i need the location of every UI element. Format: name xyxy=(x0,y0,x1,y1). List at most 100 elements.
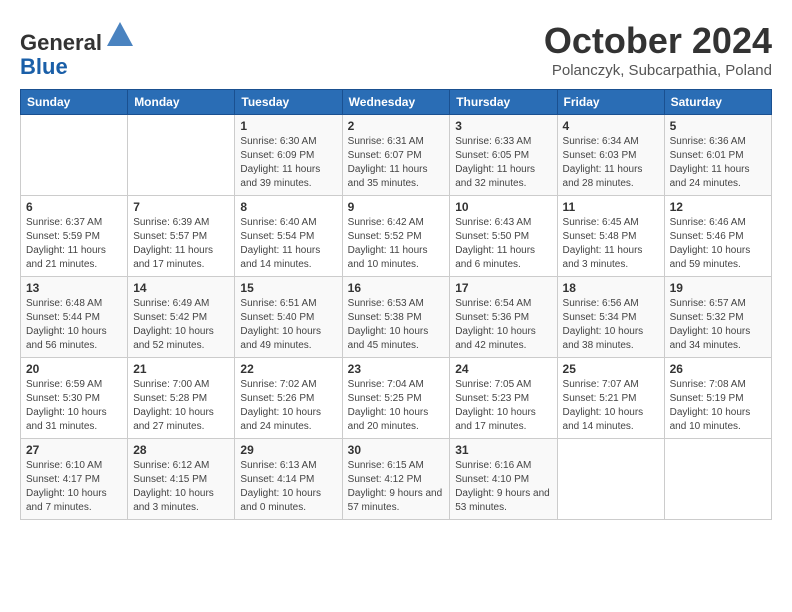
calendar-cell: 1 Sunrise: 6:30 AM Sunset: 6:09 PM Daylig… xyxy=(235,115,342,196)
day-number: 3 xyxy=(455,119,551,133)
day-number: 23 xyxy=(348,362,445,376)
calendar-cell: 13 Sunrise: 6:48 AM Sunset: 5:44 PM Dayli… xyxy=(21,277,128,358)
day-number: 22 xyxy=(240,362,336,376)
calendar-table: SundayMondayTuesdayWednesdayThursdayFrid… xyxy=(20,89,772,520)
day-detail: Sunrise: 6:54 AM Sunset: 5:36 PM Dayligh… xyxy=(455,297,551,353)
logo-general: General xyxy=(20,30,102,55)
calendar-week-row: 20 Sunrise: 6:59 AM Sunset: 5:30 PM Dayli… xyxy=(21,358,772,439)
day-detail: Sunrise: 6:49 AM Sunset: 5:42 PM Dayligh… xyxy=(133,297,229,353)
day-detail: Sunrise: 6:48 AM Sunset: 5:44 PM Dayligh… xyxy=(26,297,122,353)
day-number: 8 xyxy=(240,200,336,214)
day-detail: Sunrise: 6:39 AM Sunset: 5:57 PM Dayligh… xyxy=(133,216,229,272)
calendar-cell: 29 Sunrise: 6:13 AM Sunset: 4:14 PM Dayli… xyxy=(235,439,342,520)
calendar-cell xyxy=(557,439,664,520)
day-detail: Sunrise: 6:51 AM Sunset: 5:40 PM Dayligh… xyxy=(240,297,336,353)
logo: General Blue xyxy=(20,20,135,79)
day-number: 4 xyxy=(563,119,659,133)
day-number: 13 xyxy=(26,281,122,295)
calendar-cell: 16Sunrise: 6:53 AM Sunset: 5:38 PM Dayli… xyxy=(342,277,450,358)
day-detail: Sunrise: 7:00 AM Sunset: 5:28 PM Dayligh… xyxy=(133,378,229,434)
day-number: 17 xyxy=(455,281,551,295)
logo-blue: Blue xyxy=(20,54,68,79)
day-detail: Sunrise: 6:46 AM Sunset: 5:46 PM Dayligh… xyxy=(670,216,766,272)
calendar-cell: 12 Sunrise: 6:46 AM Sunset: 5:46 PM Dayli… xyxy=(664,196,771,277)
calendar-cell: 18 Sunrise: 6:56 AM Sunset: 5:34 PM Dayli… xyxy=(557,277,664,358)
calendar-cell: 19Sunrise: 6:57 AM Sunset: 5:32 PM Dayli… xyxy=(664,277,771,358)
day-number: 30 xyxy=(348,443,445,457)
calendar-cell: 30 Sunrise: 6:15 AM Sunset: 4:12 PM Dayli… xyxy=(342,439,450,520)
day-number: 12 xyxy=(670,200,766,214)
day-detail: Sunrise: 6:31 AM Sunset: 6:07 PM Dayligh… xyxy=(348,135,445,191)
day-detail: Sunrise: 6:13 AM Sunset: 4:14 PM Dayligh… xyxy=(240,459,336,515)
weekday-header: Sunday xyxy=(21,90,128,115)
day-number: 28 xyxy=(133,443,229,457)
calendar-cell: 26Sunrise: 7:08 AM Sunset: 5:19 PM Dayli… xyxy=(664,358,771,439)
page-header: General Blue October 2024 Polanczyk, Sub… xyxy=(20,20,772,79)
day-number: 19 xyxy=(670,281,766,295)
day-detail: Sunrise: 6:56 AM Sunset: 5:34 PM Dayligh… xyxy=(563,297,659,353)
calendar-cell: 14Sunrise: 6:49 AM Sunset: 5:42 PM Dayli… xyxy=(128,277,235,358)
calendar-week-row: 13 Sunrise: 6:48 AM Sunset: 5:44 PM Dayli… xyxy=(21,277,772,358)
day-number: 2 xyxy=(348,119,445,133)
calendar-cell: 20 Sunrise: 6:59 AM Sunset: 5:30 PM Dayli… xyxy=(21,358,128,439)
calendar-cell xyxy=(21,115,128,196)
day-detail: Sunrise: 7:08 AM Sunset: 5:19 PM Dayligh… xyxy=(670,378,766,434)
calendar-cell: 17 Sunrise: 6:54 AM Sunset: 5:36 PM Dayli… xyxy=(450,277,557,358)
day-detail: Sunrise: 7:04 AM Sunset: 5:25 PM Dayligh… xyxy=(348,378,445,434)
weekday-header: Thursday xyxy=(450,90,557,115)
weekday-header: Friday xyxy=(557,90,664,115)
day-number: 10 xyxy=(455,200,551,214)
calendar-cell: 22Sunrise: 7:02 AM Sunset: 5:26 PM Dayli… xyxy=(235,358,342,439)
day-detail: Sunrise: 6:12 AM Sunset: 4:15 PM Dayligh… xyxy=(133,459,229,515)
day-detail: Sunrise: 7:07 AM Sunset: 5:21 PM Dayligh… xyxy=(563,378,659,434)
day-detail: Sunrise: 6:45 AM Sunset: 5:48 PM Dayligh… xyxy=(563,216,659,272)
day-number: 24 xyxy=(455,362,551,376)
calendar-cell xyxy=(128,115,235,196)
calendar-cell: 7 Sunrise: 6:39 AM Sunset: 5:57 PM Daylig… xyxy=(128,196,235,277)
calendar-cell: 9 Sunrise: 6:42 AM Sunset: 5:52 PM Daylig… xyxy=(342,196,450,277)
day-detail: Sunrise: 6:15 AM Sunset: 4:12 PM Dayligh… xyxy=(348,459,445,515)
day-number: 5 xyxy=(670,119,766,133)
day-number: 31 xyxy=(455,443,551,457)
day-number: 29 xyxy=(240,443,336,457)
day-number: 1 xyxy=(240,119,336,133)
day-number: 21 xyxy=(133,362,229,376)
month-title: October 2024 xyxy=(544,20,772,62)
day-detail: Sunrise: 6:40 AM Sunset: 5:54 PM Dayligh… xyxy=(240,216,336,272)
day-number: 9 xyxy=(348,200,445,214)
calendar-cell: 15 Sunrise: 6:51 AM Sunset: 5:40 PM Dayli… xyxy=(235,277,342,358)
day-number: 27 xyxy=(26,443,122,457)
calendar-cell: 8 Sunrise: 6:40 AM Sunset: 5:54 PM Daylig… xyxy=(235,196,342,277)
day-detail: Sunrise: 6:59 AM Sunset: 5:30 PM Dayligh… xyxy=(26,378,122,434)
day-number: 20 xyxy=(26,362,122,376)
calendar-cell: 4Sunrise: 6:34 AM Sunset: 6:03 PM Daylig… xyxy=(557,115,664,196)
day-detail: Sunrise: 7:05 AM Sunset: 5:23 PM Dayligh… xyxy=(455,378,551,434)
day-detail: Sunrise: 6:10 AM Sunset: 4:17 PM Dayligh… xyxy=(26,459,122,515)
title-block: October 2024 Polanczyk, Subcarpathia, Po… xyxy=(544,20,772,79)
calendar-cell: 31Sunrise: 6:16 AM Sunset: 4:10 PM Dayli… xyxy=(450,439,557,520)
calendar-cell: 11Sunrise: 6:45 AM Sunset: 5:48 PM Dayli… xyxy=(557,196,664,277)
logo-icon xyxy=(105,20,135,50)
weekday-header: Tuesday xyxy=(235,90,342,115)
weekday-header: Wednesday xyxy=(342,90,450,115)
calendar-week-row: 6 Sunrise: 6:37 AM Sunset: 5:59 PM Daylig… xyxy=(21,196,772,277)
calendar-cell: 10Sunrise: 6:43 AM Sunset: 5:50 PM Dayli… xyxy=(450,196,557,277)
day-number: 16 xyxy=(348,281,445,295)
day-number: 6 xyxy=(26,200,122,214)
calendar-cell: 6 Sunrise: 6:37 AM Sunset: 5:59 PM Daylig… xyxy=(21,196,128,277)
day-number: 25 xyxy=(563,362,659,376)
calendar-cell: 23 Sunrise: 7:04 AM Sunset: 5:25 PM Dayli… xyxy=(342,358,450,439)
day-number: 18 xyxy=(563,281,659,295)
calendar-cell: 21 Sunrise: 7:00 AM Sunset: 5:28 PM Dayli… xyxy=(128,358,235,439)
calendar-cell: 3Sunrise: 6:33 AM Sunset: 6:05 PM Daylig… xyxy=(450,115,557,196)
day-detail: Sunrise: 6:42 AM Sunset: 5:52 PM Dayligh… xyxy=(348,216,445,272)
calendar-week-row: 27 Sunrise: 6:10 AM Sunset: 4:17 PM Dayli… xyxy=(21,439,772,520)
calendar-cell: 27 Sunrise: 6:10 AM Sunset: 4:17 PM Dayli… xyxy=(21,439,128,520)
calendar-week-row: 1 Sunrise: 6:30 AM Sunset: 6:09 PM Daylig… xyxy=(21,115,772,196)
calendar-cell: 28 Sunrise: 6:12 AM Sunset: 4:15 PM Dayli… xyxy=(128,439,235,520)
day-number: 15 xyxy=(240,281,336,295)
weekday-header: Monday xyxy=(128,90,235,115)
day-detail: Sunrise: 6:37 AM Sunset: 5:59 PM Dayligh… xyxy=(26,216,122,272)
day-detail: Sunrise: 6:30 AM Sunset: 6:09 PM Dayligh… xyxy=(240,135,336,191)
day-number: 7 xyxy=(133,200,229,214)
